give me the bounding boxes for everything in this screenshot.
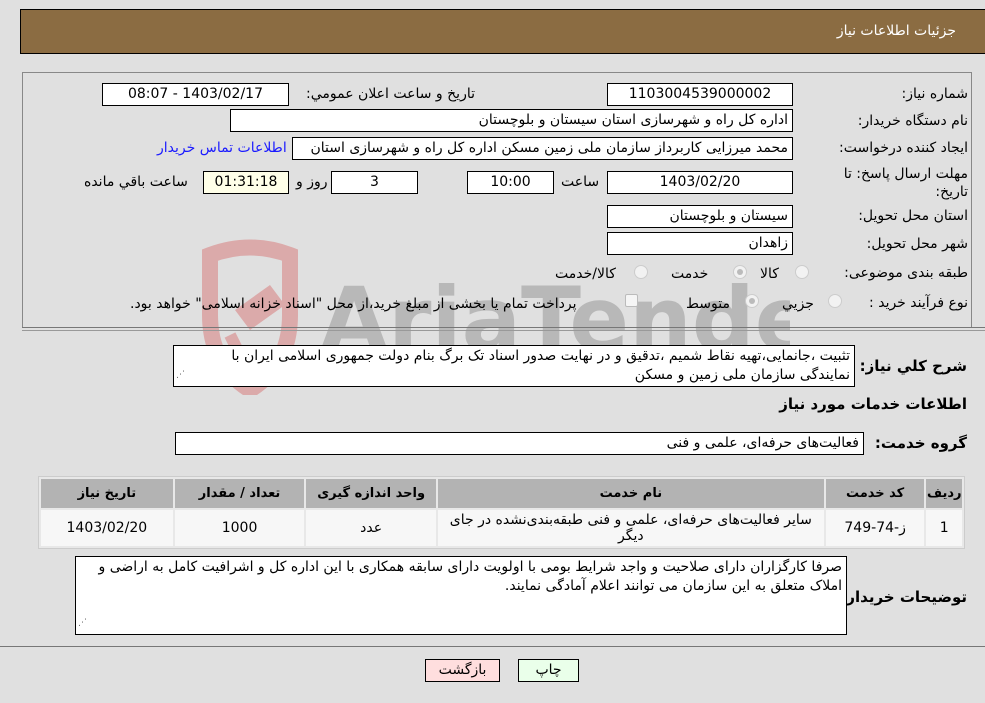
print-button[interactable]: چاپ [518,659,579,682]
announce-label: تاریخ و ساعت اعلان عمومي: [306,86,475,102]
category-radio-service[interactable] [733,265,747,279]
buyer-notes-label: توضیحات خریدار: [840,588,967,606]
category-option-service: خدمت [671,266,709,282]
description-text: تثبیت ،جانمایی،تهیه نقاط شمیم ،تدقیق و د… [231,348,850,383]
cell-service-code: ز-74-749 [825,510,925,546]
back-button[interactable]: بازگشت [425,659,500,682]
service-group-label: گروه خدمت: [874,434,967,452]
col-header-quantity: تعداد / مقدار [174,479,305,508]
col-header-row-number: ردیف [926,479,962,508]
services-table: ردیف کد خدمت نام خدمت واحد اندازه گیری ت… [38,476,965,549]
category-radio-goods[interactable] [795,265,809,279]
col-header-unit: واحد اندازه گیری [306,479,436,508]
treasury-checkbox[interactable] [625,294,638,307]
process-radio-medium[interactable] [745,294,759,308]
creator-field[interactable]: محمد میرزایی کاربرداز سازمان ملی زمین مس… [292,137,793,160]
page-header: جزئیات اطلاعات نیاز [20,9,985,54]
col-header-need-date: تاریخ نیاز [41,479,173,508]
buyer-notes-text: صرفا کارگزاران دارای صلاحیت و واجد شرایط… [98,559,842,594]
process-label: نوع فرآیند خرید : [869,295,968,311]
remaining-time-label: ساعت باقي مانده [84,174,188,190]
category-option-goods: کالا [760,266,779,282]
deadline-label: مهلت ارسال پاسخ: تا تاریخ: [843,166,968,200]
cell-quantity: 1000 [174,510,305,546]
buyer-contact-link[interactable]: اطلاعات تماس خریدار [157,140,287,156]
cell-unit: عدد [306,510,436,546]
deadline-date-field[interactable]: 1403/02/20 [607,171,793,194]
province-field[interactable]: سیستان و بلوچستان [607,205,793,228]
buyer-notes-textarea[interactable]: صرفا کارگزاران دارای صلاحیت و واجد شرایط… [75,556,847,635]
deadline-time-label: ساعت [561,174,600,190]
city-label: شهر محل تحویل: [866,236,968,252]
buyer-org-field[interactable]: اداره کل راه و شهرسازی استان سیستان و بل… [230,109,793,132]
process-option-minor: جزیي [782,296,814,312]
announce-datetime-field[interactable]: 1403/02/17 - 08:07 [102,83,289,106]
remaining-time-field: 01:31:18 [203,171,289,194]
city-field[interactable]: زاهدان [607,232,793,255]
table-header-row: ردیف کد خدمت نام خدمت واحد اندازه گیری ت… [41,479,962,508]
days-remaining-field[interactable]: 3 [331,171,418,194]
need-number-label: شماره نیاز: [901,86,969,102]
category-label: طبقه بندی موضوعی: [844,265,968,281]
cell-row-number: 1 [926,510,962,546]
creator-label: ایجاد کننده درخواست: [839,140,968,156]
service-group-field[interactable]: فعالیت‌های حرفه‌ای، علمی و فنی [175,432,864,455]
panel-divider [22,327,985,331]
need-number-field[interactable]: 1103004539000002 [607,83,793,106]
category-option-goods-service: کالا/خدمت [555,266,616,282]
col-header-service-code: کد خدمت [825,479,925,508]
services-section-title: اطلاعات خدمات مورد نیاز [779,395,967,413]
table-row: 1 ز-74-749 سایر فعالیت‌های حرفه‌ای، علمی… [41,510,962,546]
bottom-divider [0,646,985,647]
category-radio-goods-service[interactable] [634,265,648,279]
buyer-org-label: نام دستگاه خریدار: [857,113,968,129]
deadline-time-field[interactable]: 10:00 [467,171,554,194]
col-header-service-name: نام خدمت [437,479,824,508]
page-title: جزئیات اطلاعات نیاز [836,23,956,39]
resize-grip-icon[interactable]: ⋰ [78,614,87,633]
cell-need-date: 1403/02/20 [41,510,173,546]
process-radio-minor[interactable] [828,294,842,308]
treasury-note: پرداخت تمام یا بخشی از مبلغ خرید،از محل … [130,296,577,312]
description-textarea[interactable]: تثبیت ،جانمایی،تهیه نقاط شمیم ،تدقیق و د… [173,345,855,387]
days-label: روز و [296,174,328,190]
cell-service-name: سایر فعالیت‌های حرفه‌ای، علمی و فنی طبقه… [437,510,824,546]
resize-grip-icon[interactable]: ⋰ [176,366,185,385]
process-option-medium: متوسط [686,296,730,312]
description-label: شرح کلي نیاز: [859,357,967,375]
province-label: استان محل تحویل: [858,208,968,224]
